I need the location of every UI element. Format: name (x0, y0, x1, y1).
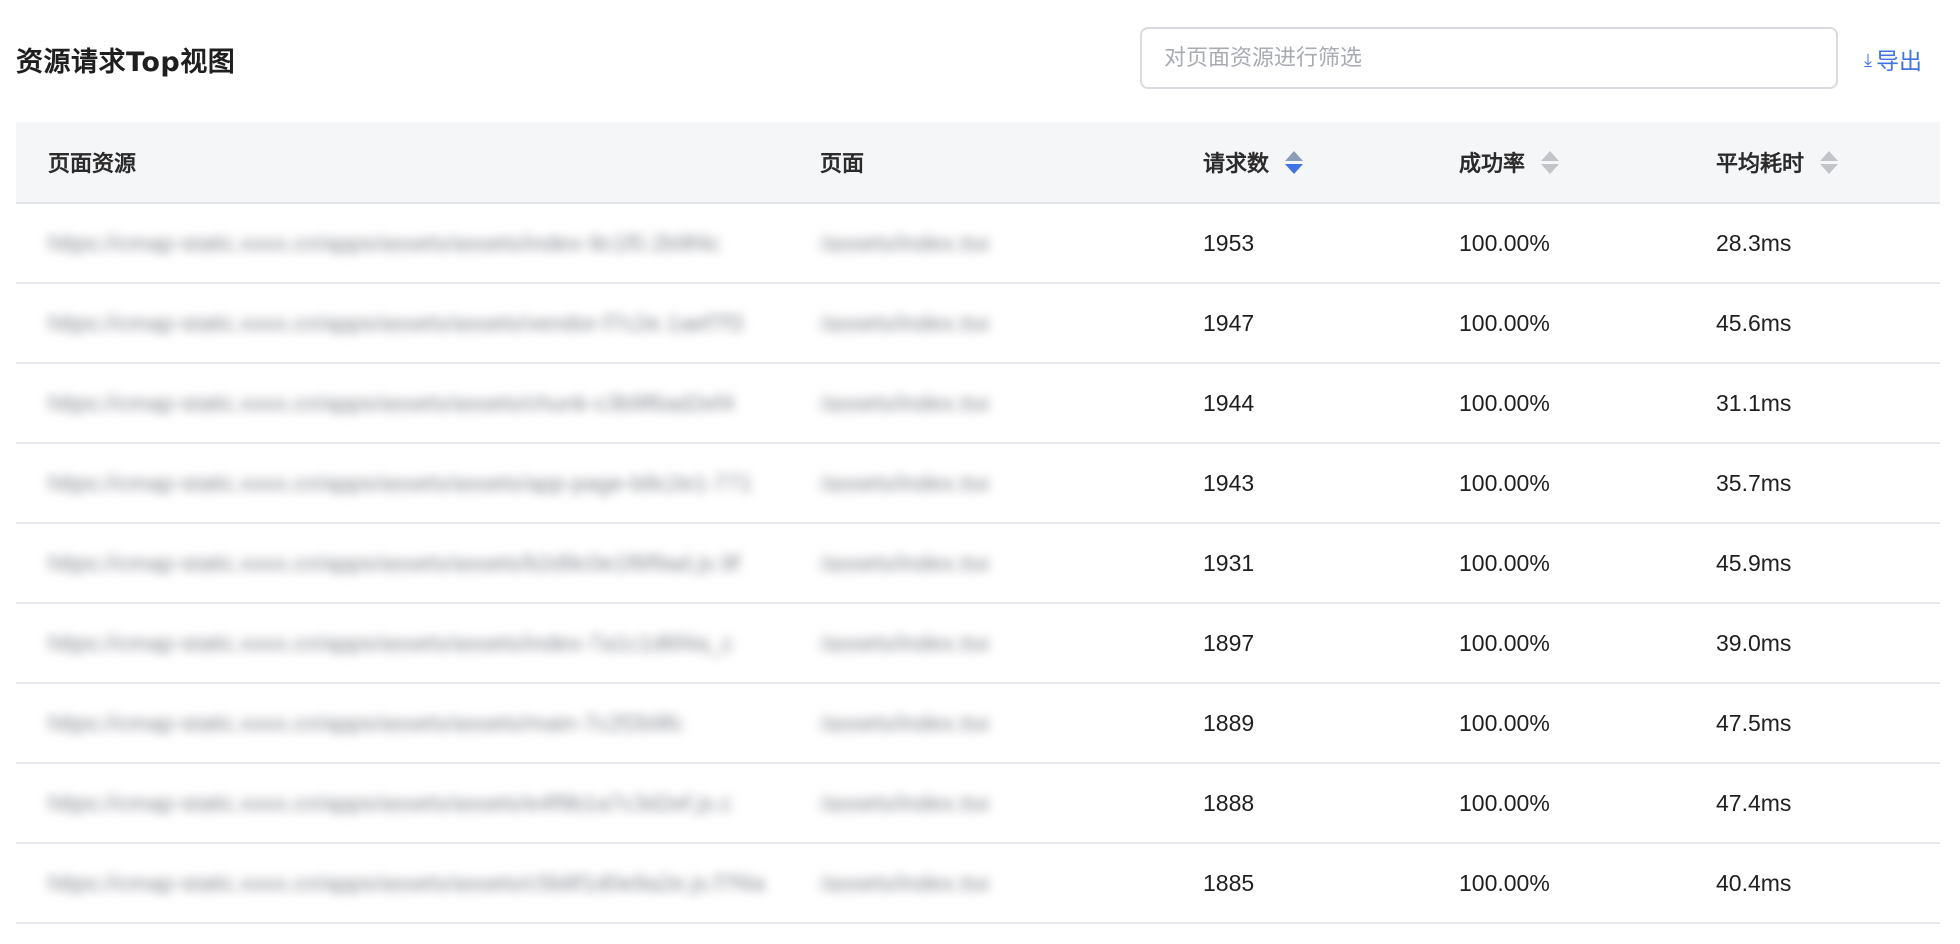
page-path: /assets/index.tsx (820, 469, 991, 496)
success-rate: 100.00% (1459, 629, 1550, 656)
page-path: /assets/index.tsx (820, 309, 991, 336)
request-count: 1889 (1203, 709, 1255, 736)
sort-success-rate-icon[interactable] (1541, 150, 1560, 174)
resource-url[interactable]: https://cmap-static.xxxx.cn/apps/assets/… (48, 204, 798, 282)
avg-time: 47.5ms (1716, 709, 1792, 736)
request-count: 1888 (1203, 789, 1255, 816)
success-rate: 100.00% (1459, 469, 1550, 496)
resource-url[interactable]: https://cmap-static.xxxx.cn/apps/assets/… (48, 764, 798, 842)
request-count: 1943 (1203, 469, 1255, 496)
success-rate: 100.00% (1459, 709, 1550, 736)
table-row[interactable]: https://cmap-static.xxxx.cn/apps/assets/… (16, 604, 1940, 684)
table-row[interactable]: https://cmap-static.xxxx.cn/apps/assets/… (16, 764, 1940, 844)
resource-url[interactable]: https://cmap-static.xxxx.cn/apps/assets/… (48, 844, 798, 922)
download-icon: ⤓ (1864, 49, 1872, 71)
resource-url[interactable]: https://cmap-static.xxxx.cn/apps/assets/… (48, 444, 798, 522)
request-count: 1953 (1203, 229, 1255, 256)
column-header-success-rate[interactable]: 成功率 (1459, 122, 1560, 202)
column-header-requests[interactable]: 请求数 (1203, 122, 1304, 202)
resource-table: 页面资源 页面 请求数 成功率 平均耗时 https://cmap-static… (16, 122, 1940, 924)
page-path: /assets/index.tsx (820, 869, 991, 896)
export-label: 导出 (1875, 49, 1922, 75)
table-row[interactable]: https://cmap-static.xxxx.cn/apps/assets/… (16, 364, 1940, 444)
request-count: 1885 (1203, 869, 1255, 896)
avg-time: 28.3ms (1716, 229, 1792, 256)
request-count: 1944 (1203, 389, 1255, 416)
column-header-resource: 页面资源 (48, 152, 137, 177)
resource-url[interactable]: https://cmap-static.xxxx.cn/apps/assets/… (48, 524, 798, 602)
request-count: 1931 (1203, 549, 1255, 576)
page-path: /assets/index.tsx (820, 709, 991, 736)
table-row[interactable]: https://cmap-static.xxxx.cn/apps/assets/… (16, 524, 1940, 604)
export-button[interactable]: ⤓ 导出 (1864, 42, 1922, 76)
table-row[interactable]: https://cmap-static.xxxx.cn/apps/assets/… (16, 284, 1940, 364)
table-row[interactable]: https://cmap-static.xxxx.cn/apps/assets/… (16, 204, 1940, 284)
avg-time: 40.4ms (1716, 869, 1792, 896)
table-row[interactable]: https://cmap-static.xxxx.cn/apps/assets/… (16, 844, 1940, 924)
avg-time: 47.4ms (1716, 789, 1792, 816)
page-path: /assets/index.tsx (820, 789, 991, 816)
page-header: 资源请求Top视图 ⤓ 导出 (0, 0, 1960, 118)
table-row[interactable]: https://cmap-static.xxxx.cn/apps/assets/… (16, 444, 1940, 524)
resource-url[interactable]: https://cmap-static.xxxx.cn/apps/assets/… (48, 684, 798, 762)
page-title: 资源请求Top视图 (16, 47, 236, 78)
table-row[interactable]: https://cmap-static.xxxx.cn/apps/assets/… (16, 684, 1940, 764)
avg-time: 45.6ms (1716, 309, 1792, 336)
resource-url[interactable]: https://cmap-static.xxxx.cn/apps/assets/… (48, 364, 798, 442)
resource-url[interactable]: https://cmap-static.xxxx.cn/apps/assets/… (48, 604, 798, 682)
avg-time: 45.9ms (1716, 549, 1792, 576)
success-rate: 100.00% (1459, 869, 1550, 896)
column-header-page: 页面 (820, 152, 865, 177)
success-rate: 100.00% (1459, 789, 1550, 816)
table-header: 页面资源 页面 请求数 成功率 平均耗时 (16, 122, 1940, 204)
resource-url[interactable]: https://cmap-static.xxxx.cn/apps/assets/… (48, 284, 798, 362)
page-path: /assets/index.tsx (820, 549, 991, 576)
avg-time: 39.0ms (1716, 629, 1792, 656)
column-header-avg-time[interactable]: 平均耗时 (1716, 122, 1839, 202)
page-path: /assets/index.tsx (820, 629, 991, 656)
success-rate: 100.00% (1459, 389, 1550, 416)
table-body: https://cmap-static.xxxx.cn/apps/assets/… (16, 204, 1940, 924)
request-count: 1947 (1203, 309, 1255, 336)
sort-requests-icon[interactable] (1285, 150, 1304, 174)
request-count: 1897 (1203, 629, 1255, 656)
success-rate: 100.00% (1459, 309, 1550, 336)
page-path: /assets/index.tsx (820, 229, 991, 256)
success-rate: 100.00% (1459, 229, 1550, 256)
success-rate: 100.00% (1459, 549, 1550, 576)
avg-time: 31.1ms (1716, 389, 1792, 416)
avg-time: 35.7ms (1716, 469, 1792, 496)
resource-filter-input[interactable] (1140, 27, 1838, 89)
page-path: /assets/index.tsx (820, 389, 991, 416)
sort-avg-time-icon[interactable] (1820, 150, 1839, 174)
